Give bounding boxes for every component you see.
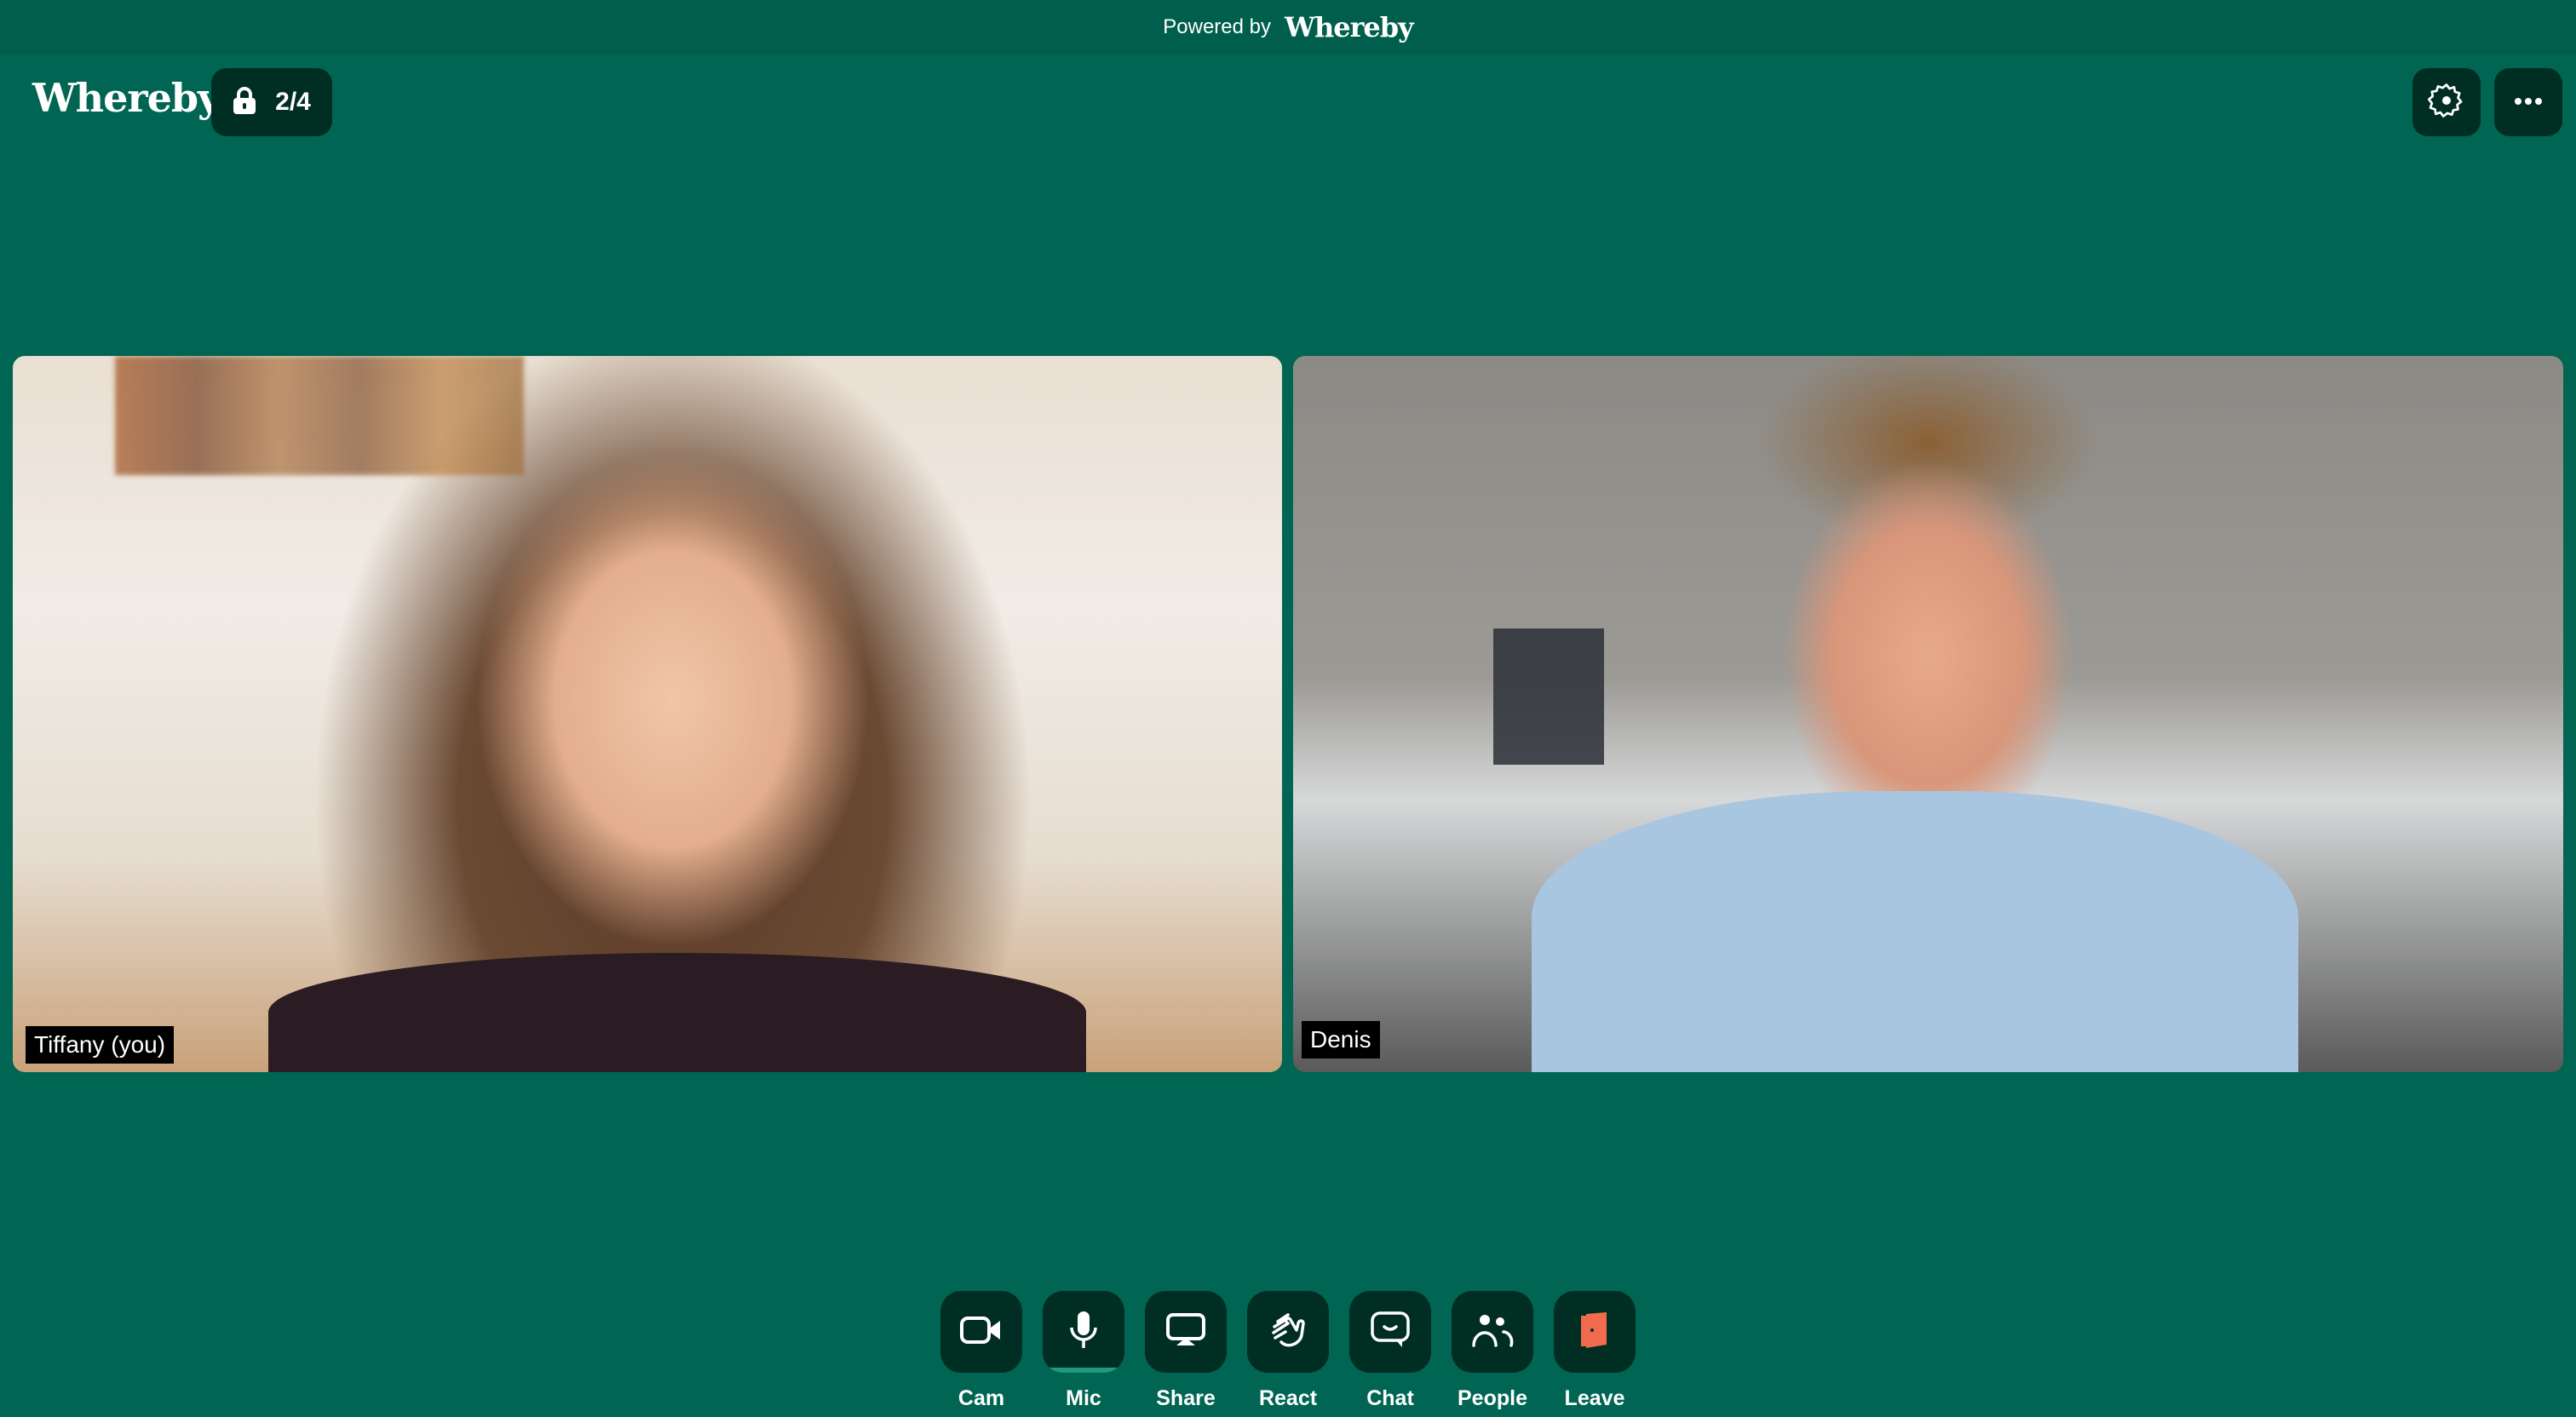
react-label: React <box>1258 1386 1318 1410</box>
chat-button[interactable]: Chat <box>1349 1291 1431 1411</box>
react-button[interactable]: React <box>1247 1291 1329 1411</box>
video-subject <box>268 953 1086 1072</box>
chat-icon <box>1370 1311 1411 1354</box>
mic-label: Mic <box>1066 1386 1101 1410</box>
camera-icon <box>960 1316 1003 1349</box>
lock-icon <box>233 86 256 118</box>
control-bar: Cam Mic Share React Chat People Leave <box>940 1291 1636 1411</box>
powered-by-brand[interactable]: Whereby <box>1285 11 1414 43</box>
video-tile-self[interactable]: Tiffany (you) <box>13 356 1282 1072</box>
cam-button[interactable]: Cam <box>940 1291 1022 1411</box>
more-horizontal-icon <box>2515 95 2542 110</box>
mic-button-surface[interactable] <box>1043 1291 1124 1373</box>
settings-button[interactable] <box>2412 68 2481 136</box>
whereby-logo[interactable]: Whereby <box>32 75 221 121</box>
leave-label: Leave <box>1564 1386 1625 1410</box>
leave-button-surface[interactable] <box>1554 1291 1636 1373</box>
leave-door-icon <box>1579 1311 1610 1354</box>
video-subject <box>1532 791 2298 1072</box>
people-button-surface[interactable] <box>1452 1291 1533 1373</box>
people-button[interactable]: People <box>1452 1291 1533 1411</box>
participant-name-label: Tiffany (you) <box>26 1026 175 1064</box>
video-background <box>115 356 524 475</box>
participant-name-label: Denis <box>1302 1021 1380 1058</box>
people-label: People <box>1458 1386 1527 1410</box>
chat-label: Chat <box>1366 1386 1414 1410</box>
leave-button[interactable]: Leave <box>1554 1291 1636 1411</box>
wave-hand-icon <box>1269 1311 1307 1353</box>
video-background <box>1493 628 1604 765</box>
share-button[interactable]: Share <box>1145 1291 1227 1411</box>
people-icon <box>1471 1313 1514 1351</box>
microphone-icon <box>1069 1311 1098 1354</box>
gear-icon <box>2427 82 2465 123</box>
more-options-button[interactable] <box>2494 68 2562 136</box>
cam-label: Cam <box>957 1386 1005 1410</box>
share-label: Share <box>1156 1386 1216 1410</box>
powered-by-text: Powered by <box>1163 15 1271 38</box>
powered-by-bar: Powered by Whereby <box>0 0 2576 54</box>
video-tile-remote[interactable]: Denis <box>1293 356 2563 1072</box>
mic-level-indicator <box>1043 1368 1124 1373</box>
screen-share-icon <box>1166 1312 1205 1351</box>
chat-button-surface[interactable] <box>1349 1291 1431 1373</box>
react-button-surface[interactable] <box>1247 1291 1329 1373</box>
mic-button[interactable]: Mic <box>1043 1291 1124 1411</box>
cam-button-surface[interactable] <box>940 1291 1022 1373</box>
participant-count: 2/4 <box>275 88 311 116</box>
room-lock-button[interactable]: 2/4 <box>211 68 332 136</box>
share-button-surface[interactable] <box>1145 1291 1227 1373</box>
